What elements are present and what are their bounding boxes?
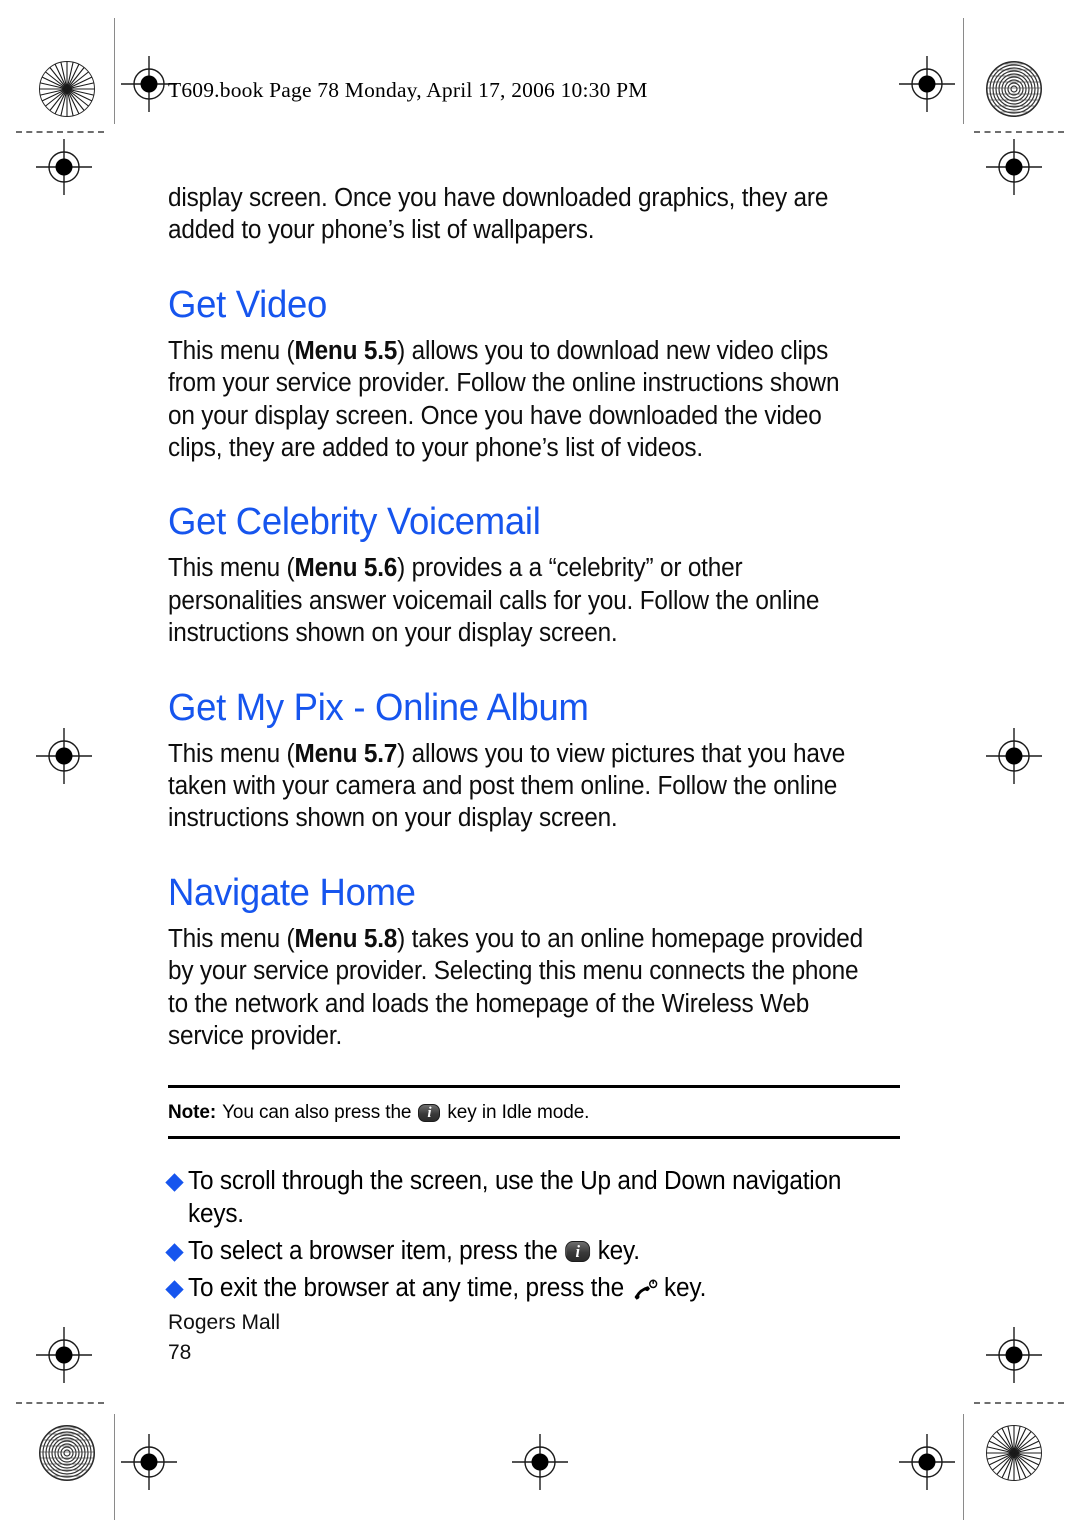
menu-reference: Menu 5.8 [294, 924, 398, 953]
diamond-bullet-icon [165, 1242, 184, 1262]
section-paragraph-get-celebrity-voicemail: This menu (Menu 5.6) provides a a “celeb… [168, 552, 867, 649]
section-heading-navigate-home: Navigate Home [168, 871, 416, 914]
section-heading-get-video: Get Video [168, 283, 327, 326]
menu-ref-prefix: This menu ( [168, 739, 295, 768]
footer-label: Rogers Mall [168, 1311, 281, 1334]
page-number: 78 [168, 1341, 192, 1364]
note-callout: Note: You can also press the key in Idle… [168, 1084, 900, 1139]
list-item: To scroll through the screen, use the Up… [165, 1165, 900, 1231]
page-footer: Rogers Mall 78 [168, 1308, 280, 1368]
bullet-text-before: To select a browser item, press the [188, 1236, 558, 1265]
list-item: To exit the browser at any time, press t… [165, 1272, 900, 1305]
note-text: Note: You can also press the key in Idle… [168, 1101, 900, 1125]
menu-ref-prefix: This menu ( [168, 336, 295, 365]
page-header-filestamp: T609.book Page 78 Monday, April 17, 2006… [168, 78, 648, 102]
menu-reference: Menu 5.6 [294, 554, 398, 583]
bullet-text: To select a browser item, press the key. [188, 1235, 868, 1268]
intro-paragraph: display screen. Once you have downloaded… [168, 184, 829, 245]
menu-ref-prefix: This menu ( [168, 924, 295, 953]
menu-reference: Menu 5.7 [294, 739, 398, 768]
section-heading-get-my-pix-online-album: Get My Pix - Online Album [168, 686, 589, 729]
diamond-bullet-icon [165, 1279, 184, 1299]
bullet-text-before: To exit the browser at any time, press t… [188, 1273, 624, 1302]
info-key-icon [565, 1241, 591, 1263]
end-call-key-icon [630, 1276, 659, 1302]
manual-page: T609.book Page 78 Monday, April 17, 2006… [0, 0, 1080, 1534]
bullet-text-after: key. [664, 1273, 707, 1302]
section-paragraph-get-video: This menu (Menu 5.5) allows you to downl… [168, 335, 867, 465]
page-body: display screen. Once you have downloaded… [165, 182, 900, 1309]
note-text-before: You can also press the [222, 1101, 412, 1123]
menu-reference: Menu 5.5 [294, 336, 398, 365]
section-paragraph-navigate-home: This menu (Menu 5.8) takes you to an onl… [168, 923, 867, 1053]
menu-ref-prefix: This menu ( [168, 554, 295, 583]
instruction-bullet-list: To scroll through the screen, use the Up… [165, 1165, 900, 1305]
diamond-bullet-icon [165, 1172, 184, 1192]
bullet-text: To exit the browser at any time, press t… [188, 1272, 868, 1305]
bullet-text-after: key. [597, 1236, 640, 1265]
section-heading-get-celebrity-voicemail: Get Celebrity Voicemail [168, 501, 541, 544]
note-label: Note: [168, 1101, 217, 1123]
list-item: To select a browser item, press the key. [165, 1235, 900, 1268]
info-key-icon [418, 1103, 441, 1122]
section-paragraph-get-my-pix-online-album: This menu (Menu 5.7) allows you to view … [168, 738, 867, 835]
bullet-text: To scroll through the screen, use the Up… [188, 1166, 842, 1228]
note-text-after: key in Idle mode. [447, 1101, 590, 1123]
